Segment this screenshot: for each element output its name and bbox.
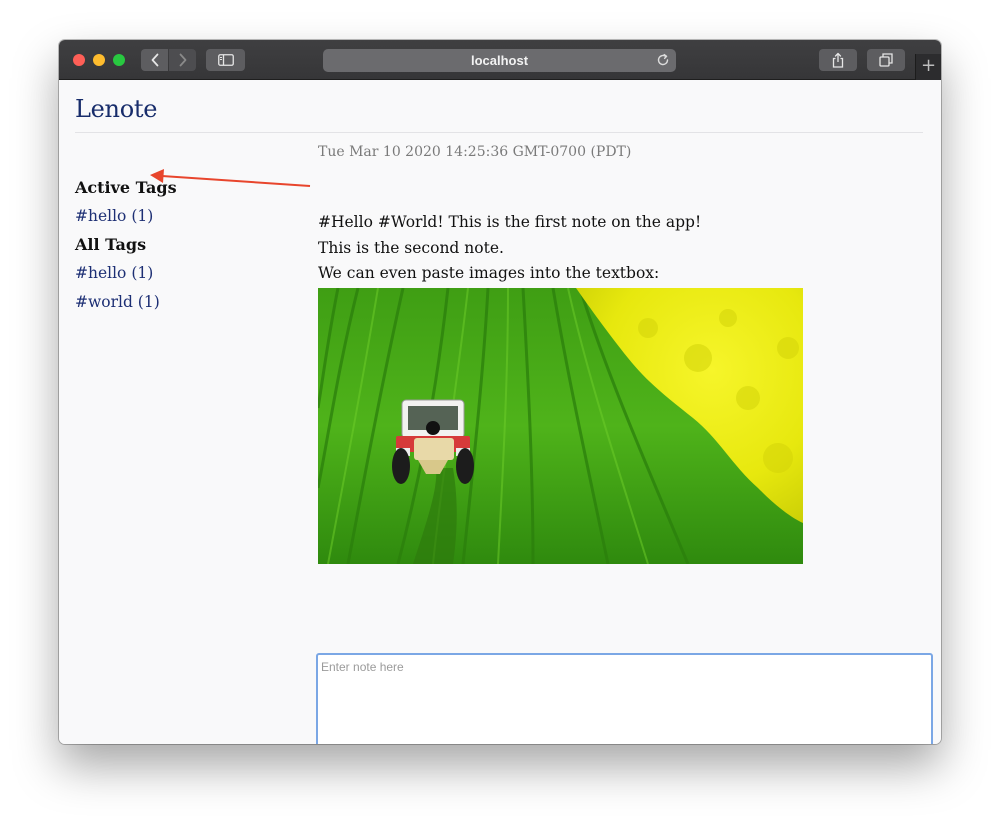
header-divider bbox=[75, 132, 923, 133]
note-line-1: #Hello #World! This is the first note on… bbox=[318, 213, 702, 231]
pasted-image bbox=[318, 288, 803, 564]
reload-icon[interactable] bbox=[656, 53, 670, 67]
page-content: Lenote Active Tags #hello (1) All Tags #… bbox=[59, 80, 941, 744]
browser-window: localhost + Lenote Active Tags #hello (1… bbox=[59, 40, 941, 744]
url-text: localhost bbox=[470, 53, 529, 68]
active-tag-hello[interactable]: #hello (1) bbox=[75, 207, 153, 225]
address-bar[interactable]: localhost bbox=[323, 49, 676, 72]
note-timestamp: Tue Mar 10 2020 14:25:36 GMT-0700 (PDT) bbox=[318, 144, 632, 160]
browser-toolbar: localhost + bbox=[59, 40, 941, 80]
show-tabs-button[interactable] bbox=[867, 49, 905, 71]
close-window-button[interactable] bbox=[73, 54, 85, 66]
chevron-left-icon bbox=[151, 53, 158, 67]
new-tab-button[interactable]: + bbox=[915, 54, 941, 80]
sidebar-toggle-button[interactable] bbox=[206, 49, 245, 71]
all-tag-hello[interactable]: #hello (1) bbox=[75, 264, 153, 282]
all-tag-world[interactable]: #world (1) bbox=[75, 293, 160, 311]
all-tags-heading: All Tags bbox=[75, 235, 147, 254]
share-icon bbox=[832, 52, 844, 68]
active-tags-heading: Active Tags bbox=[75, 178, 177, 197]
minimize-window-button[interactable] bbox=[93, 54, 105, 66]
back-button[interactable] bbox=[141, 49, 168, 71]
tractor bbox=[392, 399, 474, 484]
note-line-3: We can even paste images into the textbo… bbox=[318, 264, 660, 282]
chevron-right-icon bbox=[179, 53, 186, 67]
note-input[interactable] bbox=[316, 653, 933, 744]
zoom-window-button[interactable] bbox=[113, 54, 125, 66]
tabs-icon bbox=[879, 53, 893, 67]
share-button[interactable] bbox=[819, 49, 857, 71]
note-line-2: This is the second note. bbox=[318, 239, 504, 257]
app-title: Lenote bbox=[75, 95, 158, 123]
forward-button[interactable] bbox=[169, 49, 196, 71]
sidebar-icon bbox=[217, 54, 234, 66]
